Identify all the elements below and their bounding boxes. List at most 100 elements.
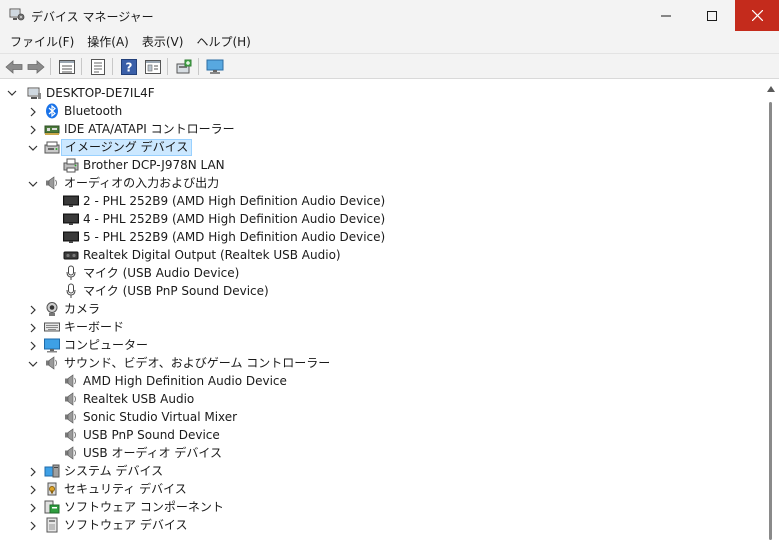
- device-tree[interactable]: DESKTOP-DE7IL4F Bluetooth IDE ATA/ATAPI コ…: [0, 80, 763, 540]
- tree-item[interactable]: Sonic Studio Virtual Mixer: [63, 408, 237, 426]
- keyboard-icon: [44, 319, 60, 335]
- forward-icon: [27, 60, 45, 74]
- tree-item[interactable]: マイク (USB Audio Device): [63, 264, 239, 282]
- camera-icon: [44, 301, 60, 317]
- tree-item[interactable]: USB PnP Sound Device: [63, 426, 220, 444]
- scan-hardware-icon: [176, 59, 192, 74]
- tree-item[interactable]: イメージング デバイス: [28, 138, 193, 156]
- chevron-right-icon[interactable]: [28, 502, 38, 513]
- speaker-icon: [63, 427, 79, 443]
- imaging-device-icon: [44, 139, 60, 155]
- close-button[interactable]: [735, 0, 779, 31]
- menu-help[interactable]: ヘルプ(H): [191, 32, 255, 52]
- speaker-icon: [63, 373, 79, 389]
- monitor-audio-icon: [63, 211, 79, 227]
- title-bar: デバイス マネージャー: [0, 0, 779, 31]
- tree-item[interactable]: Realtek USB Audio: [63, 390, 194, 408]
- tree-item[interactable]: USB オーディオ デバイス: [63, 444, 222, 462]
- device-manager-app-icon: [9, 8, 25, 22]
- tree-item[interactable]: コンピューター: [30, 336, 148, 354]
- chevron-right-icon[interactable]: [28, 520, 38, 531]
- properties-button[interactable]: [88, 57, 108, 77]
- microphone-icon: [63, 265, 79, 281]
- tree-item-label: 4 - PHL 252B9 (AMD High Definition Audio…: [83, 212, 386, 226]
- speaker-icon: [44, 355, 60, 371]
- tree-item[interactable]: オーディオの入力および出力: [28, 174, 220, 192]
- chevron-right-icon[interactable]: [28, 106, 38, 117]
- view-button[interactable]: [143, 57, 163, 77]
- view-icon: [145, 60, 161, 74]
- toolbar-separator: [112, 58, 113, 75]
- tree-item-label: サウンド、ビデオ、およびゲーム コントローラー: [64, 356, 331, 370]
- help-button[interactable]: ?: [119, 57, 139, 77]
- scan-hardware-button[interactable]: [174, 57, 194, 77]
- monitor-audio-icon: [63, 193, 79, 209]
- tree-item[interactable]: キーボード: [30, 318, 124, 336]
- tree-item-label: AMD High Definition Audio Device: [83, 374, 287, 388]
- tree-item[interactable]: 5 - PHL 252B9 (AMD High Definition Audio…: [63, 228, 385, 246]
- chevron-down-icon: [7, 90, 17, 96]
- tree-item[interactable]: セキュリティ デバイス: [30, 480, 187, 498]
- toolbar: ?: [0, 53, 779, 79]
- maximize-button[interactable]: [689, 0, 734, 31]
- chevron-down-icon[interactable]: [28, 178, 38, 188]
- tree-item[interactable]: サウンド、ビデオ、およびゲーム コントローラー: [28, 354, 331, 372]
- software-component-icon: [44, 499, 60, 515]
- tree-item[interactable]: AMD High Definition Audio Device: [63, 372, 287, 390]
- tree-item-label: ソフトウェア デバイス: [64, 518, 188, 532]
- window-title: デバイス マネージャー: [31, 10, 154, 24]
- minimize-icon: [660, 15, 671, 16]
- speaker-icon: [63, 445, 79, 461]
- monitor-button[interactable]: [205, 57, 225, 77]
- tree-item-label: カメラ: [64, 302, 101, 316]
- tree-item-label: USB オーディオ デバイス: [83, 446, 223, 460]
- menu-action[interactable]: 操作(A): [82, 32, 134, 52]
- ide-controller-icon: [44, 121, 60, 137]
- tree-root-item[interactable]: DESKTOP-DE7IL4F: [7, 84, 155, 102]
- vertical-scrollbar[interactable]: [763, 80, 779, 540]
- chevron-down-icon[interactable]: [28, 142, 38, 152]
- tree-item-label: マイク (USB PnP Sound Device): [83, 284, 269, 298]
- chevron-right-icon[interactable]: [28, 322, 38, 333]
- tree-item[interactable]: カメラ: [30, 300, 101, 318]
- chevron-right-icon[interactable]: [28, 466, 38, 477]
- show-hide-tree-button[interactable]: [57, 57, 77, 77]
- software-device-icon: [44, 517, 60, 533]
- tree-item[interactable]: ソフトウェア コンポーネント: [30, 498, 224, 516]
- back-button[interactable]: [4, 57, 24, 77]
- help-icon: ?: [121, 59, 137, 75]
- tree-item[interactable]: Bluetooth: [30, 102, 122, 120]
- scroll-up-icon: [767, 86, 775, 92]
- tree-item[interactable]: Realtek Digital Output (Realtek USB Audi…: [63, 246, 341, 264]
- tree-item-label: オーディオの入力および出力: [64, 176, 220, 190]
- tree-item[interactable]: システム デバイス: [30, 462, 164, 480]
- tree-item[interactable]: 2 - PHL 252B9 (AMD High Definition Audio…: [63, 192, 385, 210]
- monitor-audio-icon: [63, 229, 79, 245]
- back-icon: [5, 60, 23, 74]
- scrollbar-thumb[interactable]: [769, 102, 772, 540]
- toolbar-separator: [81, 58, 82, 75]
- system-device-icon: [44, 463, 60, 479]
- chevron-right-icon[interactable]: [28, 484, 38, 495]
- chevron-down-icon[interactable]: [28, 358, 38, 368]
- menu-view[interactable]: 表示(V): [137, 32, 189, 52]
- tree-item[interactable]: Brother DCP-J978N LAN: [63, 156, 225, 174]
- toolbar-separator: [50, 58, 51, 75]
- tree-item-label: Brother DCP-J978N LAN: [83, 158, 225, 172]
- chevron-right-icon[interactable]: [28, 340, 38, 351]
- menu-file[interactable]: ファイル(F): [5, 32, 79, 52]
- chevron-right-icon[interactable]: [28, 124, 38, 135]
- tree-item-label: システム デバイス: [64, 464, 164, 478]
- tree-item-label: 2 - PHL 252B9 (AMD High Definition Audio…: [83, 194, 386, 208]
- tree-item[interactable]: 4 - PHL 252B9 (AMD High Definition Audio…: [63, 210, 385, 228]
- tree-item[interactable]: ソフトウェア デバイス: [30, 516, 188, 534]
- tree-item[interactable]: IDE ATA/ATAPI コントローラー: [30, 120, 235, 138]
- forward-button[interactable]: [26, 57, 46, 77]
- tree-item-label: ソフトウェア コンポーネント: [64, 500, 224, 514]
- minimize-button[interactable]: [643, 0, 688, 31]
- maximize-icon: [706, 10, 717, 21]
- chevron-right-icon[interactable]: [28, 304, 38, 315]
- tree-item[interactable]: マイク (USB PnP Sound Device): [63, 282, 269, 300]
- monitor-icon: [206, 59, 224, 74]
- menu-bar: ファイル(F) 操作(A) 表示(V) ヘルプ(H): [0, 31, 779, 53]
